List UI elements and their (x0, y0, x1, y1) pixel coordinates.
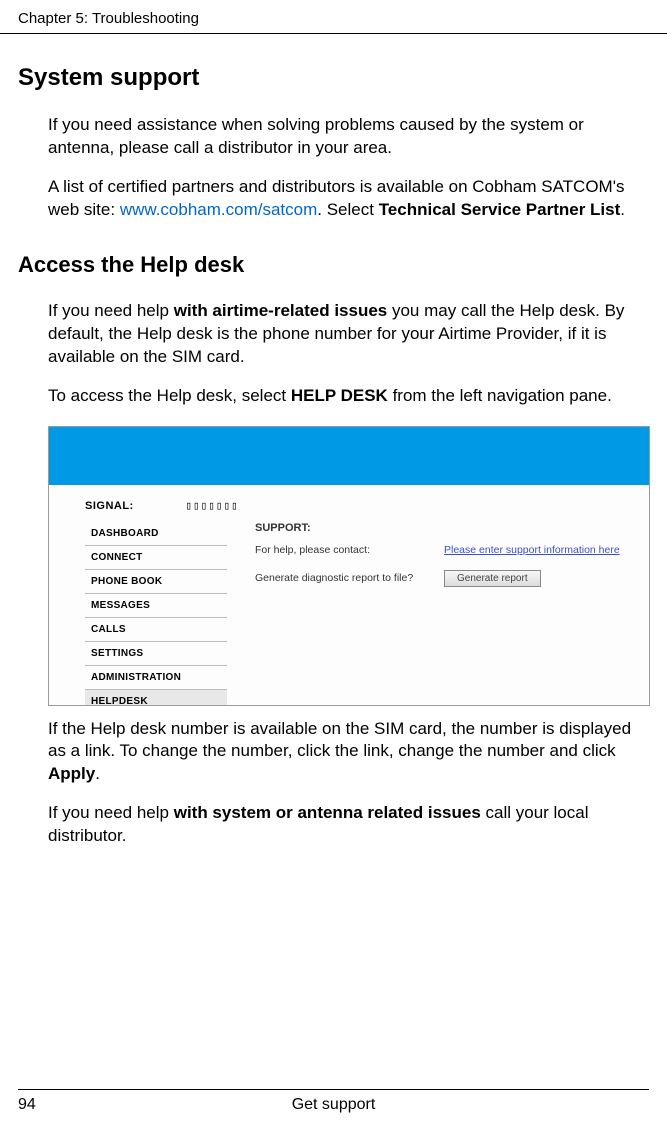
link-cobham-satcom[interactable]: www.cobham.com/satcom (120, 200, 317, 219)
bold-apply: Apply (48, 764, 95, 783)
paragraph-assistance: If you need assistance when solving prob… (48, 114, 649, 160)
text-fragment: If you need help (48, 803, 174, 822)
paragraph-access-helpdesk: To access the Help desk, select HELP DES… (48, 385, 649, 408)
left-nav: DASHBOARD CONNECT PHONE BOOK MESSAGES CA… (85, 522, 227, 696)
nav-item-administration[interactable]: ADMINISTRATION (85, 666, 227, 690)
text-fragment: If the Help desk number is available on … (48, 719, 631, 761)
ui-body: DASHBOARD CONNECT PHONE BOOK MESSAGES CA… (49, 512, 649, 696)
nav-item-settings[interactable]: SETTINGS (85, 642, 227, 666)
support-contact-row: For help, please contact: Please enter s… (255, 544, 633, 556)
bold-help-desk: HELP DESK (291, 386, 388, 405)
nav-item-helpdesk[interactable]: HELPDESK (85, 690, 227, 706)
text-fragment: . Select (317, 200, 378, 219)
generate-report-button[interactable]: Generate report (444, 570, 541, 587)
bold-system-antenna: with system or antenna related issues (174, 803, 481, 822)
nav-item-phone-book[interactable]: PHONE BOOK (85, 570, 227, 594)
nav-item-dashboard[interactable]: DASHBOARD (85, 522, 227, 546)
paragraph-sim-link: If the Help desk number is available on … (48, 718, 649, 787)
main-panel: SUPPORT: For help, please contact: Pleas… (227, 512, 649, 696)
nav-item-connect[interactable]: CONNECT (85, 546, 227, 570)
nav-item-calls[interactable]: CALLS (85, 618, 227, 642)
text-fragment: . (95, 764, 100, 783)
paragraph-airtime-issues: If you need help with airtime-related is… (48, 300, 649, 369)
screenshot-helpdesk-ui: SIGNAL: ▯▯▯▯▯▯▯ DASHBOARD CONNECT PHONE … (48, 426, 650, 706)
paragraph-system-antenna: If you need help with system or antenna … (48, 802, 649, 848)
footer-title: Get support (292, 1096, 376, 1114)
signal-bar-row: SIGNAL: ▯▯▯▯▯▯▯ (49, 485, 649, 512)
contact-label: For help, please contact: (255, 544, 430, 556)
heading-access-help-desk: Access the Help desk (18, 252, 649, 278)
ui-top-banner (49, 427, 649, 485)
bold-airtime-related: with airtime-related issues (174, 301, 388, 320)
page-footer: 94 Get support (18, 1089, 649, 1114)
text-fragment: . (620, 200, 625, 219)
heading-system-support: System support (18, 64, 649, 92)
page-header: Chapter 5: Troubleshooting (0, 0, 667, 34)
signal-bars-icon: ▯▯▯▯▯▯▯ (185, 499, 238, 512)
text-fragment: from the left navigation pane. (388, 386, 612, 405)
bold-technical-service-partner: Technical Service Partner List (379, 200, 621, 219)
generate-report-row: Generate diagnostic report to file? Gene… (255, 570, 633, 587)
text-fragment: To access the Help desk, select (48, 386, 291, 405)
page-number: 94 (18, 1096, 36, 1114)
signal-label: SIGNAL: (85, 500, 134, 512)
text-fragment: If you need help (48, 301, 174, 320)
chapter-label: Chapter 5: Troubleshooting (18, 10, 199, 27)
support-heading: SUPPORT: (255, 522, 633, 534)
page-content: System support If you need assistance wh… (0, 34, 667, 848)
support-info-link[interactable]: Please enter support information here (444, 544, 620, 556)
paragraph-partners: A list of certified partners and distrib… (48, 176, 649, 222)
generate-report-label: Generate diagnostic report to file? (255, 572, 430, 584)
nav-item-messages[interactable]: MESSAGES (85, 594, 227, 618)
